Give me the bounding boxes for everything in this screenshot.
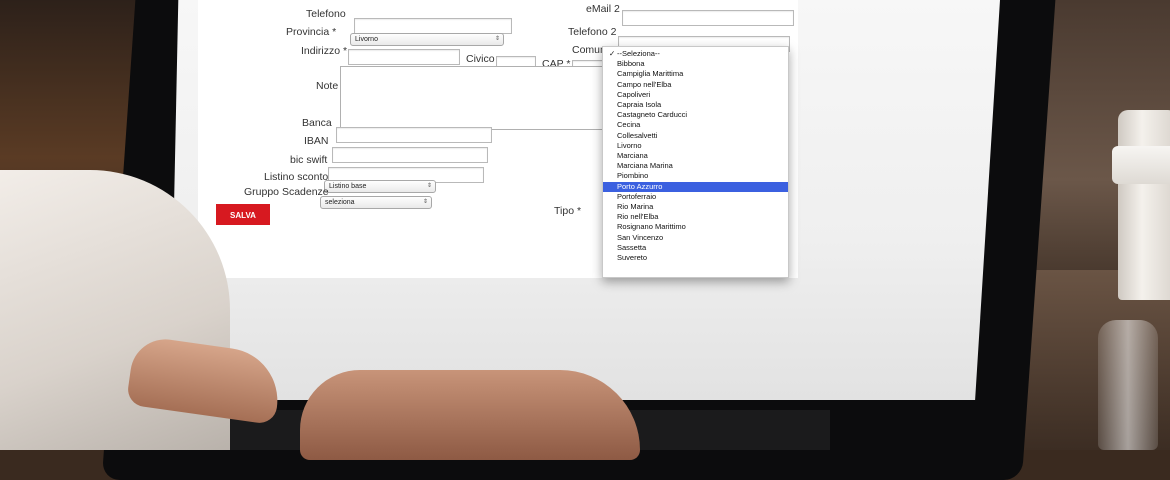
indirizzo-input[interactable] xyxy=(348,49,460,65)
comune-option[interactable]: Campo nell'Elba xyxy=(603,80,788,90)
listino-value: Listino base xyxy=(329,183,367,190)
chevron-updown-icon: ⇕ xyxy=(426,183,432,189)
comune-option[interactable]: Rosignano Marittimo xyxy=(603,222,788,232)
comune-option[interactable]: Suvereto xyxy=(603,253,788,263)
comune-option[interactable]: Piombino xyxy=(603,171,788,181)
comune-option[interactable]: Marciana xyxy=(603,151,788,161)
coffee-cup-lid xyxy=(1112,146,1170,184)
telefono-label: Telefono xyxy=(306,8,346,20)
laptop-screen: Telefono Provincia * Livorno ⇕ Indirizzo… xyxy=(170,0,1000,400)
comune-option[interactable]: Capoliveri xyxy=(603,90,788,100)
glass-bottle xyxy=(1098,320,1158,450)
note-label: Note xyxy=(316,80,339,92)
email2-input[interactable] xyxy=(622,10,794,26)
comune-option[interactable]: Castagneto Carducci xyxy=(603,110,788,120)
email2-label: eMail 2 xyxy=(586,3,620,15)
right-hand xyxy=(300,370,640,460)
civico-label: Civico xyxy=(466,53,495,65)
save-button[interactable]: SALVA xyxy=(216,204,270,225)
comune-option[interactable]: Collesalvetti xyxy=(603,131,788,141)
comune-dropdown-list[interactable]: --Seleziona-- ✓ Bibbona Campiglia Marittima… xyxy=(602,46,789,278)
comune-option[interactable]: San Vincenzo xyxy=(603,233,788,243)
chevron-updown-icon: ⇕ xyxy=(494,36,500,42)
comune-option[interactable]: Livorno xyxy=(603,141,788,151)
note-textarea[interactable] xyxy=(340,66,606,130)
gruppo-select[interactable]: seleziona ⇕ xyxy=(320,196,432,209)
checkmark-icon: ✓ xyxy=(609,49,616,58)
tipo-label: Tipo * xyxy=(554,205,582,217)
provincia-value: Livorno xyxy=(355,36,378,43)
form-panel: Telefono Provincia * Livorno ⇕ Indirizzo… xyxy=(198,0,798,278)
listino-select[interactable]: Listino base ⇕ xyxy=(324,180,436,193)
indirizzo-label: Indirizzo * xyxy=(301,45,348,57)
banca-input[interactable] xyxy=(336,127,492,143)
telefono-input[interactable] xyxy=(354,18,512,34)
comune-option[interactable]: Capraia Isola xyxy=(603,100,788,110)
listino-label: Listino sconto xyxy=(264,171,329,183)
comune-option[interactable]: Cecina xyxy=(603,120,788,130)
comune-option[interactable]: Portoferraio xyxy=(603,192,788,202)
gruppo-value: seleziona xyxy=(325,199,355,206)
gruppo-label: Gruppo Scadenze xyxy=(244,186,329,198)
coffee-cup xyxy=(1118,110,1170,300)
comune-option[interactable]: Bibbona xyxy=(603,59,788,69)
iban-label: IBAN xyxy=(304,135,329,147)
banca-label: Banca xyxy=(302,117,332,129)
comune-option[interactable]: Porto Azzurro xyxy=(603,181,788,192)
telefono2-label: Telefono 2 xyxy=(568,26,617,38)
comune-option[interactable]: Campiglia Marittima xyxy=(603,69,788,79)
provincia-select[interactable]: Livorno ⇕ xyxy=(350,33,504,46)
iban-input[interactable] xyxy=(332,147,488,163)
comune-option[interactable]: --Seleziona-- ✓ xyxy=(603,49,788,59)
comune-option[interactable]: Rio Marina xyxy=(603,202,788,212)
comune-option[interactable]: Rio nell'Elba xyxy=(603,212,788,222)
comune-option[interactable]: Marciana Marina xyxy=(603,161,788,171)
chevron-updown-icon: ⇕ xyxy=(422,199,428,205)
provincia-label: Provincia * xyxy=(286,26,337,38)
bic-label: bic swift xyxy=(290,154,328,166)
comune-option[interactable]: Sassetta xyxy=(603,243,788,253)
